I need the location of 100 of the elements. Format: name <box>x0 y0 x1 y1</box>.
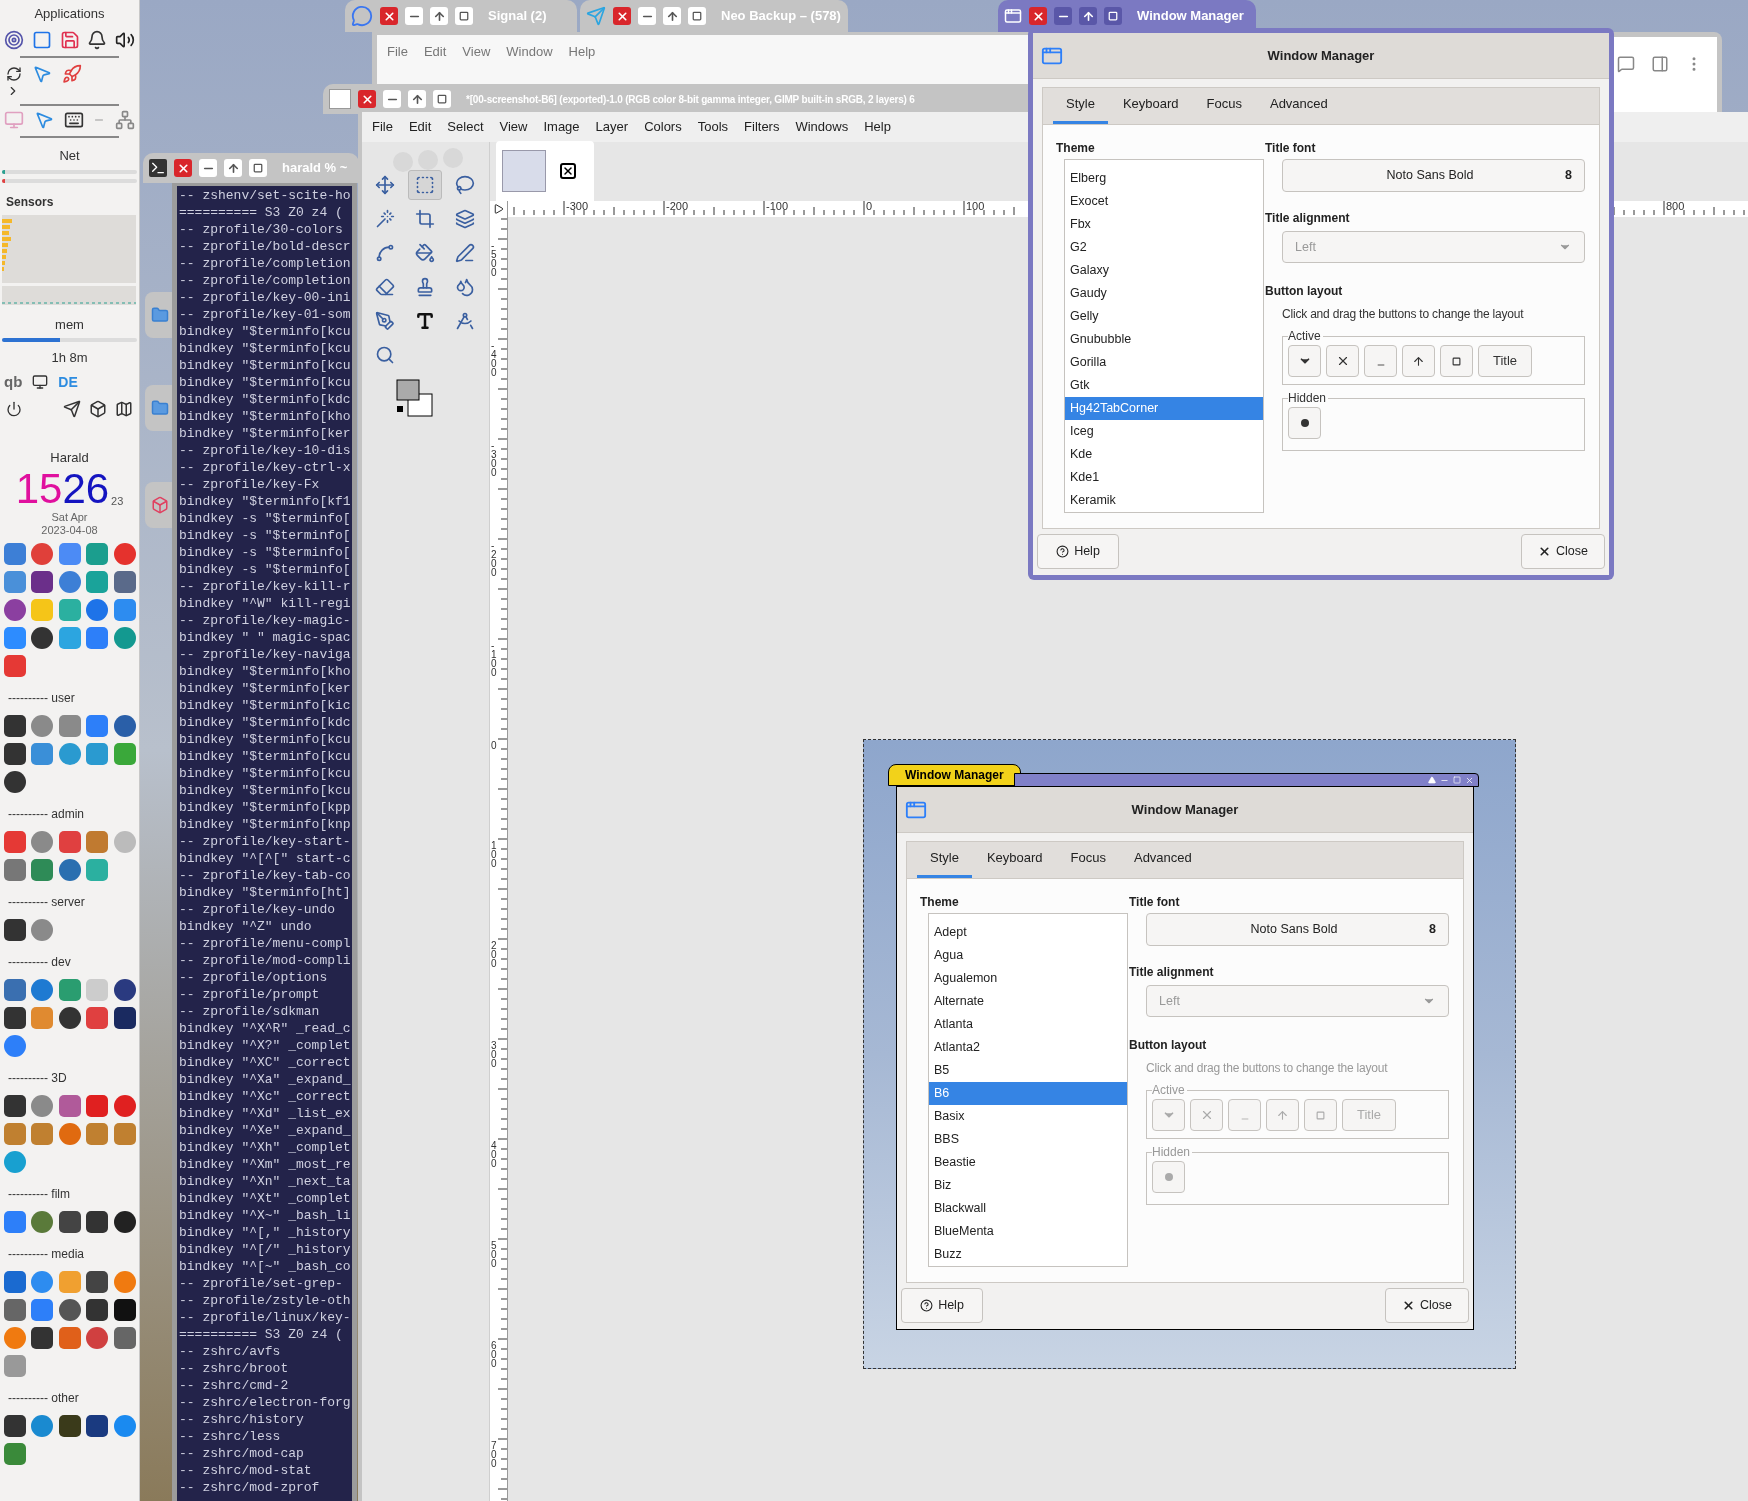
dialog-title: Window Manager <box>1130 800 1240 819</box>
menu-item[interactable]: Tools <box>697 117 729 137</box>
menu-item[interactable]: Help <box>864 117 891 137</box>
terminal-line: bindkey -s "$terminfo[ <box>179 544 351 561</box>
theme-list-item[interactable]: Kde <box>1065 443 1263 466</box>
theme-list-item[interactable]: Atlanta2 <box>929 1036 1127 1059</box>
theme-list-item[interactable]: Atlanta <box>929 1013 1127 1036</box>
theme-list-item[interactable]: Exocet <box>1065 190 1263 213</box>
theme-list-item[interactable]: Galaxy <box>1065 259 1263 282</box>
layout-hint: Click and drag the buttons to change the layout <box>1146 1060 1389 1077</box>
section-heading: Button layout <box>1129 1037 1208 1054</box>
theme-list-item[interactable]: Beastie <box>929 1151 1127 1174</box>
theme-list-item[interactable]: Fbx <box>1065 213 1263 236</box>
terminal-line: -- zprofile/mod-compli <box>179 952 351 969</box>
font-picker-button[interactable]: Noto Sans Bold 8 <box>1146 913 1449 946</box>
terminal-line: -- zprofile/key-Fx <box>179 476 320 493</box>
clock-minutes: 26 <box>62 467 110 511</box>
menu-item[interactable]: File <box>387 42 408 62</box>
window-title: Neo Backup – (578) <box>721 7 841 26</box>
theme-list-item[interactable]: Hg42TabCorner <box>1065 397 1263 420</box>
close-button[interactable]: Close <box>1385 1288 1469 1323</box>
theme-list-item[interactable]: G2 <box>1065 236 1263 259</box>
menu-item[interactable]: Filters <box>744 117 780 137</box>
theme-list-item[interactable]: Gtk <box>1065 374 1263 397</box>
terminal-line: bindkey "$terminfo[ker <box>179 425 351 442</box>
font-picker-button[interactable]: Noto Sans Bold 8 <box>1282 159 1585 192</box>
terminal-line: bindkey "^X~" _bash_li <box>179 1207 351 1224</box>
menu-item[interactable]: Window <box>506 42 553 62</box>
layout-title-button[interactable]: Title <box>1478 345 1533 377</box>
ruler-label: 600 <box>491 1341 499 1368</box>
theme-list-item[interactable]: Agua <box>929 944 1127 967</box>
close-button[interactable]: Close <box>1521 534 1605 569</box>
terminal-line: bindkey "^[~" _bash_co <box>179 1258 351 1275</box>
section-label: ---------- dev <box>7 954 72 971</box>
section-label: ---------- film <box>7 1186 71 1203</box>
font-name: Noto Sans Bold <box>1385 167 1475 185</box>
tab[interactable]: Advanced <box>1120 841 1205 878</box>
terminal-line: bindkey "^Z" undo <box>179 918 312 935</box>
tab[interactable]: Advanced <box>1256 87 1341 124</box>
terminal-line: bindkey "$terminfo[knp <box>179 816 351 833</box>
terminal-line: bindkey "^XC" _correct <box>179 1054 351 1071</box>
terminal-line: bindkey "$terminfo[kho <box>179 663 351 680</box>
window-title: harald % ~ <box>282 159 348 178</box>
menu-item[interactable]: File <box>372 117 393 137</box>
tab[interactable]: Keyboard <box>973 841 1056 878</box>
menu-item[interactable]: Select <box>447 117 484 137</box>
menu-item[interactable]: Colors <box>644 117 682 137</box>
help-button[interactable]: Help <box>901 1288 983 1323</box>
tab[interactable]: Focus <box>1057 841 1119 878</box>
theme-list-item[interactable]: Biz <box>929 1174 1127 1197</box>
menu-item[interactable]: Image <box>543 117 580 137</box>
theme-list-item[interactable]: Gnububble <box>1065 328 1263 351</box>
tab[interactable]: Keyboard <box>1109 87 1192 124</box>
theme-list-item[interactable]: BBS <box>929 1128 1127 1151</box>
theme-list-item[interactable]: Iceg <box>1065 420 1263 443</box>
theme-list-item[interactable]: B5 <box>929 1059 1127 1082</box>
clock-seconds: 23 <box>111 493 124 509</box>
menu-item[interactable]: Edit <box>423 42 447 62</box>
ruler-label: 100 <box>966 201 985 212</box>
theme-list-item[interactable]: BlueMenta <box>929 1220 1127 1243</box>
qbittorrent-logo[interactable]: qb <box>4 371 23 394</box>
ruler-label: 700 <box>491 1441 499 1468</box>
clock-hours: 15 <box>15 467 63 511</box>
theme-list-item[interactable]: Kde1 <box>1065 466 1263 489</box>
section-label: ---------- 3D <box>7 1070 68 1087</box>
theme-list-item[interactable]: Gorilla <box>1065 351 1263 374</box>
section-label: ---------- media <box>7 1246 85 1263</box>
tab[interactable]: Focus <box>1193 87 1255 124</box>
theme-list-item[interactable]: Alternate <box>929 990 1127 1013</box>
help-button[interactable]: Help <box>1037 534 1119 569</box>
terminal-line: -- zshrc/less <box>179 1428 281 1445</box>
window-title: Signal (2) <box>488 7 547 26</box>
terminal-line: bindkey "$terminfo[kf1 <box>179 493 351 510</box>
theme-list-item[interactable]: Gelly <box>1065 305 1263 328</box>
section-heading: Title font <box>1129 894 1181 911</box>
menu-item[interactable]: Windows <box>795 117 849 137</box>
theme-list-item[interactable]: Blackwall <box>929 1197 1127 1220</box>
theme-list-item[interactable]: Gaudy <box>1065 282 1263 305</box>
theme-list-item[interactable]: Adept <box>929 921 1127 944</box>
terminal-line: bindkey "$terminfo[kcu <box>179 731 351 748</box>
font-size: 8 <box>1429 921 1436 939</box>
terminal-line: -- zprofile/sdkman <box>179 1003 320 1020</box>
tab[interactable]: Style <box>1053 87 1108 124</box>
panel-label: mem <box>54 316 85 334</box>
terminal-line: -- zshenv/set-scite-ho <box>179 187 351 204</box>
terminal-line: -- zprofile/options <box>179 969 328 986</box>
theme-list-item[interactable]: Agualemon <box>929 967 1127 990</box>
theme-list-item[interactable]: Keramik <box>1065 489 1263 512</box>
menu-item[interactable]: View <box>462 42 491 62</box>
theme-list-item[interactable]: B6 <box>929 1082 1127 1105</box>
menu-item[interactable]: Edit <box>408 117 432 137</box>
menu-item[interactable]: View <box>499 117 528 137</box>
terminal-line: bindkey "$terminfo[kcu <box>179 374 351 391</box>
ruler-label: 400 <box>491 1141 499 1168</box>
menu-item[interactable]: Help <box>568 42 596 62</box>
menu-item[interactable]: Layer <box>595 117 629 137</box>
theme-list-item[interactable]: Elberg <box>1065 167 1263 190</box>
tab[interactable]: Style <box>917 841 972 878</box>
theme-list-item[interactable]: Basix <box>929 1105 1127 1128</box>
theme-list-item[interactable]: Buzz <box>929 1243 1127 1266</box>
